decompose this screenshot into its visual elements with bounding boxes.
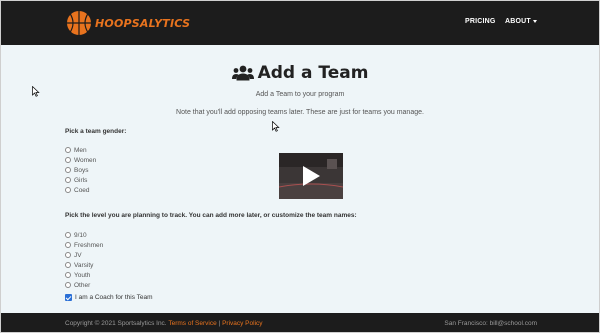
radio-button[interactable] — [65, 262, 71, 268]
radio-button[interactable] — [65, 157, 71, 163]
footer-separator: | — [218, 320, 221, 327]
radio-button[interactable] — [65, 187, 71, 193]
gender-option-women[interactable]: Women — [65, 155, 96, 165]
level-radio-group: 9/10 Freshmen JV Varsity Youth Other — [65, 230, 103, 290]
level-option-9-10[interactable]: 9/10 — [65, 230, 103, 240]
add-team-form: Add a Team Add a Team to your program No… — [1, 45, 599, 313]
level-option-youth[interactable]: Youth — [65, 270, 103, 280]
option-label: Women — [74, 156, 97, 164]
gender-option-boys[interactable]: Boys — [65, 165, 96, 175]
users-icon — [231, 65, 254, 81]
option-label: Girls — [74, 176, 88, 184]
level-option-jv[interactable]: JV — [65, 250, 103, 260]
gender-question: Pick a team gender: — [65, 128, 127, 135]
coach-checkbox-row[interactable]: I am a Coach for this Team — [65, 294, 153, 301]
copyright-text: Copyright © 2021 Sportsalytics Inc. — [65, 320, 167, 327]
top-navbar: HOOPSALYTICS PRICING ABOUT — [1, 1, 599, 45]
footer-left: Copyright © 2021 Sportsalytics Inc. Term… — [65, 320, 263, 327]
option-label: Men — [74, 146, 87, 154]
mouse-cursor-icon — [272, 121, 280, 132]
coach-checkbox-label: I am a Coach for this Team — [75, 294, 153, 301]
radio-button[interactable] — [65, 232, 71, 238]
page-header: Add a Team — [1, 63, 599, 83]
page-note: Note that you'll add opposing teams late… — [176, 109, 424, 116]
option-label: Youth — [74, 271, 91, 279]
radio-button[interactable] — [65, 177, 71, 183]
browser-viewport: HOOPSALYTICS PRICING ABOUT Add a Team Ad… — [0, 0, 600, 333]
nav-about-label: ABOUT — [505, 18, 531, 25]
coach-checkbox[interactable] — [65, 294, 72, 301]
radio-button[interactable] — [65, 252, 71, 258]
brand-name: HOOPSALYTICS — [95, 16, 191, 30]
basketball-icon — [66, 10, 92, 36]
radio-button[interactable] — [65, 272, 71, 278]
level-option-freshmen[interactable]: Freshmen — [65, 240, 103, 250]
brand-logo[interactable]: HOOPSALYTICS — [65, 8, 190, 38]
mouse-cursor-icon — [32, 86, 40, 97]
radio-button[interactable] — [65, 147, 71, 153]
radio-button[interactable] — [65, 167, 71, 173]
privacy-link[interactable]: Privacy Policy — [222, 320, 262, 327]
radio-button[interactable] — [65, 282, 71, 288]
page-subtitle: Add a Team to your program — [255, 91, 345, 98]
gender-option-coed[interactable]: Coed — [65, 185, 96, 195]
option-label: Boys — [74, 166, 89, 174]
nav-about-dropdown[interactable]: ABOUT — [505, 18, 537, 25]
contact-info: San Francisco: bill@school.com — [444, 320, 537, 327]
option-label: Coed — [74, 186, 90, 194]
gender-radio-group: Men Women Boys Girls Coed — [65, 145, 96, 195]
page-footer: Copyright © 2021 Sportsalytics Inc. Term… — [1, 313, 599, 332]
option-label: Freshmen — [74, 241, 104, 249]
level-option-other[interactable]: Other — [65, 280, 103, 290]
option-label: 9/10 — [74, 231, 87, 239]
page-title: Add a Team — [257, 63, 369, 83]
level-question: Pick the level you are planning to track… — [65, 212, 357, 219]
video-player[interactable] — [279, 153, 343, 199]
level-option-varsity[interactable]: Varsity — [65, 260, 103, 270]
option-label: Varsity — [74, 261, 94, 269]
play-icon[interactable] — [303, 166, 320, 186]
radio-button[interactable] — [65, 242, 71, 248]
option-label: Other — [74, 281, 91, 289]
gender-option-girls[interactable]: Girls — [65, 175, 96, 185]
nav-pricing-link[interactable]: PRICING — [465, 18, 496, 25]
caret-down-icon — [532, 19, 537, 23]
terms-link[interactable]: Terms of Service — [168, 320, 216, 327]
gender-option-men[interactable]: Men — [65, 145, 96, 155]
option-label: JV — [74, 251, 82, 259]
